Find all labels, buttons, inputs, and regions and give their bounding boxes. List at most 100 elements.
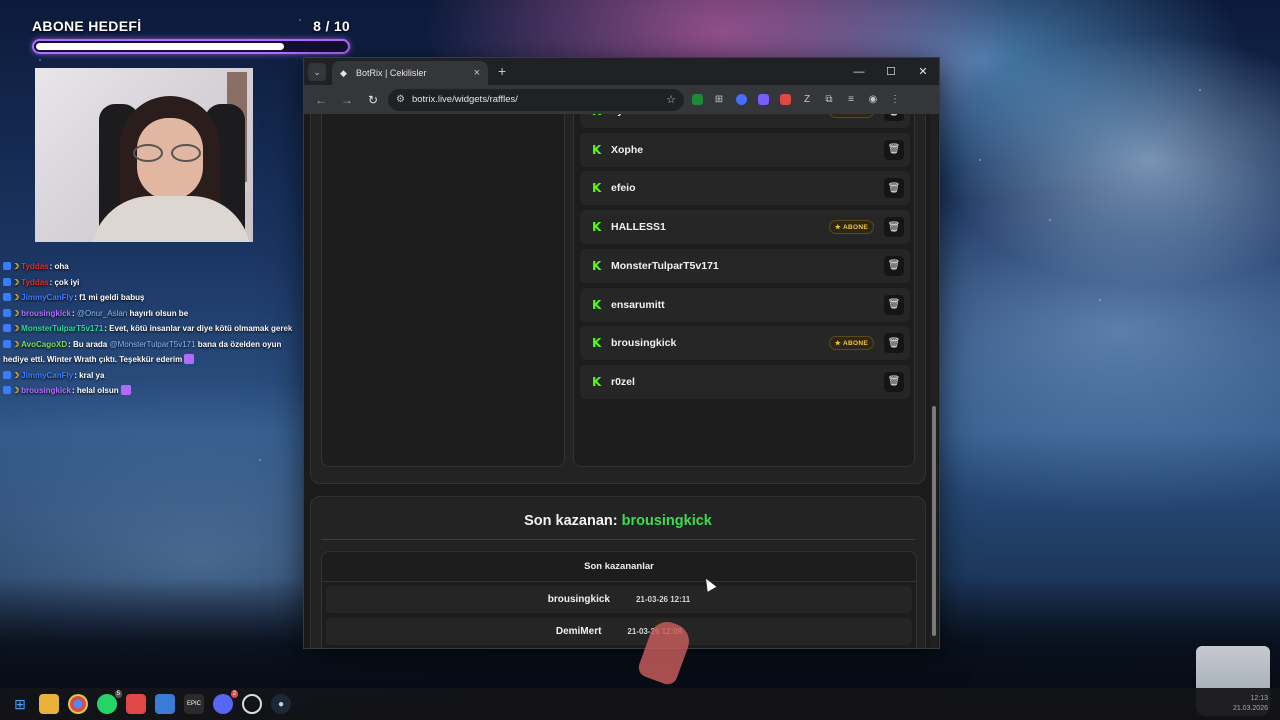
chat-badges-icon: ☽ xyxy=(3,306,19,322)
delete-entry-button[interactable]: 🗑 xyxy=(884,139,904,160)
subscriber-goal: ABONE HEDEFİ 8 / 10 xyxy=(32,18,350,54)
back-button[interactable]: ← xyxy=(310,89,332,111)
raffle-entry: Kbrousingkick ★ ABONE 🗑 xyxy=(580,326,910,361)
epic-games-icon[interactable]: EPIC xyxy=(184,694,204,714)
chat-text: : kral ya xyxy=(74,370,105,380)
photos-icon[interactable] xyxy=(155,694,175,714)
clock-date: 21.03.2026 xyxy=(1232,705,1268,712)
kick-icon: K xyxy=(592,374,602,389)
history-winner-date: 21-03-26 12:11 xyxy=(635,595,691,604)
entry-name: Xophe xyxy=(611,143,644,156)
tab-botrix[interactable]: ◆ BotRix | Cekilisler × xyxy=(332,61,488,85)
new-tab-button[interactable]: + xyxy=(498,63,506,79)
star-icon: ★ xyxy=(834,340,842,348)
chat-username[interactable]: Tyddas xyxy=(21,262,48,271)
extension-purple-icon[interactable] xyxy=(754,91,772,109)
extension-green-icon[interactable] xyxy=(688,91,706,109)
chat-mention[interactable]: @Onur_Aslan xyxy=(77,309,127,318)
winner-history: Son kazananlar brousingkick 21-03-26 12:1… xyxy=(321,551,917,648)
chat-badges-icon: ☽ xyxy=(3,337,19,353)
raffle-left-panel xyxy=(321,114,565,467)
chat-username[interactable]: MonsterTulparT5v171 xyxy=(21,324,103,333)
profile-avatar-icon[interactable]: ◉ xyxy=(864,91,882,109)
tab-close-icon[interactable]: × xyxy=(474,67,480,79)
entry-name: HALLESS1 xyxy=(611,221,666,234)
chat-badges-icon: ☽ xyxy=(3,321,19,337)
maximize-button[interactable]: ☐ xyxy=(875,58,907,85)
browser-toolbar: ← → ↻ ⚙ botrix.live/widgets/raffles/ ☆ ⊞… xyxy=(304,85,939,114)
chat-badges-icon: ☽ xyxy=(3,383,19,399)
winner-history-title: Son kazananlar xyxy=(322,552,916,582)
chat-message: ☽ JimmyCanFly: f1 mi geldi babuş xyxy=(3,290,293,306)
goal-progress-fill xyxy=(36,43,284,50)
extension-z-icon[interactable]: Z xyxy=(798,91,816,109)
app-circle-icon[interactable] xyxy=(242,694,262,714)
chat-message: ☽ AvoCagoXD: Bu arada @MonsterTulparT5v17… xyxy=(3,337,293,368)
chat-text: : Evet, kötü insanlar var diye kötü olma… xyxy=(104,324,293,333)
extensions-puzzle-icon[interactable]: ⧉ xyxy=(820,91,838,109)
raffle-card: KFylorr★ABONE🗑KXophe🗑Kefeio🗑KHALLESS1★AB… xyxy=(310,114,926,484)
extension-red-icon[interactable] xyxy=(776,91,794,109)
steam-icon[interactable]: ● xyxy=(271,694,291,714)
chrome-icon[interactable] xyxy=(68,694,88,714)
page-scrollbar[interactable] xyxy=(930,114,938,648)
whatsapp-icon[interactable]: 5 xyxy=(97,690,122,714)
kick-icon: K xyxy=(592,336,602,351)
extension-gamepad-icon[interactable]: ⊞ xyxy=(710,91,728,109)
badge-label: ABONE xyxy=(843,224,868,232)
system-clock[interactable]: 12:13 21.03.2026 xyxy=(1233,694,1268,714)
close-window-button[interactable]: ✕ xyxy=(907,58,939,85)
reload-button[interactable]: ↻ xyxy=(362,89,384,111)
chat-message: ☽ brousingkick: helal olsun xyxy=(3,383,293,399)
raffle-entry: KFylorr★ABONE🗑 xyxy=(580,114,910,128)
chat-message: ☽ Tyddas: oha xyxy=(3,259,293,275)
chat-badges-icon: ☽ xyxy=(3,259,19,275)
kick-icon: K xyxy=(592,220,602,235)
delete-entry-button[interactable]: 🗑 xyxy=(884,178,904,199)
emote-icon xyxy=(120,385,131,395)
url-text: botrix.live/widgets/raffles/ xyxy=(411,94,518,105)
star-icon: ★ xyxy=(834,224,842,232)
kick-icon: K xyxy=(592,258,602,273)
chat-mention[interactable]: @MonsterTulparT5v171 xyxy=(109,340,195,349)
extension-blue-icon[interactable] xyxy=(732,91,750,109)
media-control-icon[interactable]: ≡ xyxy=(842,91,860,109)
delete-entry-button[interactable]: 🗑 xyxy=(884,217,904,238)
chat-message: ☽ Tyddas: çok iyi xyxy=(3,275,293,291)
chat-username[interactable]: AvoCagoXD xyxy=(21,340,67,349)
chat-username[interactable]: brousingkick xyxy=(21,386,71,395)
delete-entry-button[interactable]: 🗑 xyxy=(884,114,904,121)
browser-menu-icon[interactable]: ⋮ xyxy=(886,91,904,109)
subscriber-badge: ★ABONE xyxy=(828,114,874,118)
chat-text: : oha xyxy=(49,262,69,271)
forward-button[interactable]: → xyxy=(336,89,358,111)
tab-search-button[interactable]: ⌄ xyxy=(308,63,326,81)
file-explorer-icon[interactable] xyxy=(39,694,59,714)
delete-entry-button[interactable]: 🗑 xyxy=(884,255,904,276)
last-winner-name: brousingkick xyxy=(621,513,712,529)
history-winner-name: brousingkick xyxy=(547,594,610,605)
star-icon: ★ xyxy=(835,114,841,115)
chat-username[interactable]: brousingkick xyxy=(21,309,71,318)
bookmark-star-icon[interactable]: ☆ xyxy=(666,93,676,106)
chat-username[interactable]: JimmyCanFly xyxy=(21,371,73,380)
chat-text: hayırlı olsun be xyxy=(127,308,189,318)
entry-name: r0zel xyxy=(611,375,635,388)
address-bar[interactable]: ⚙ botrix.live/widgets/raffles/ ☆ xyxy=(388,88,684,111)
chat-username[interactable]: Tyddas xyxy=(21,278,48,287)
chat-text: : f1 mi geldi babuş xyxy=(74,293,145,302)
scrollbar-thumb[interactable] xyxy=(932,406,936,636)
app-red-icon[interactable] xyxy=(126,694,146,714)
kick-icon: K xyxy=(592,114,603,117)
discord-badge: 2 xyxy=(230,690,238,698)
discord-icon[interactable]: 2 xyxy=(213,690,238,714)
chat-username[interactable]: JimmyCanFly xyxy=(21,293,73,302)
minimize-button[interactable]: — xyxy=(843,58,875,85)
tab-title: BotRix | Cekilisler xyxy=(356,68,427,78)
delete-entry-button[interactable]: 🗑 xyxy=(884,371,904,392)
history-winner-name: DemiMert xyxy=(555,625,602,637)
windows-start-icon[interactable]: ⊞ xyxy=(10,694,30,714)
delete-entry-button[interactable]: 🗑 xyxy=(884,294,904,315)
site-info-icon[interactable]: ⚙ xyxy=(396,94,405,105)
delete-entry-button[interactable]: 🗑 xyxy=(884,333,904,354)
